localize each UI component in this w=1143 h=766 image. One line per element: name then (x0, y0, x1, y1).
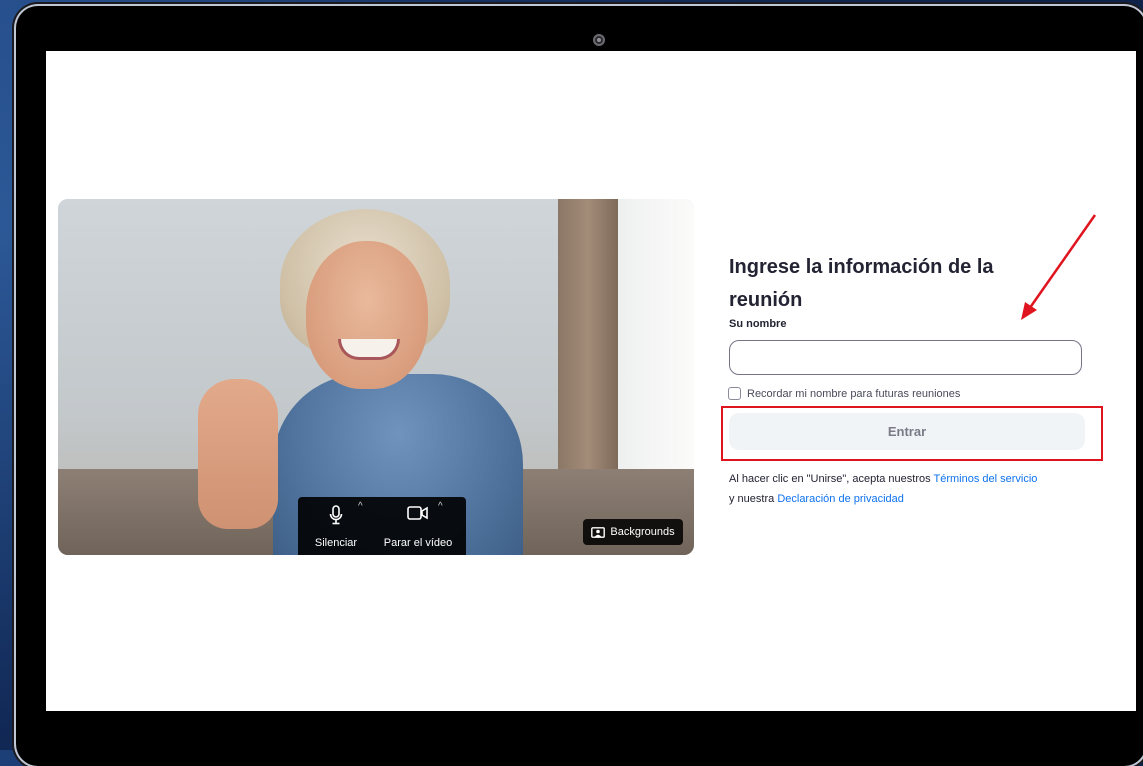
terms-prefix: Al hacer clic en "Unirse", acepta nuestr… (729, 473, 931, 485)
terms-text: Al hacer clic en "Unirse", acepta nuestr… (729, 469, 1109, 509)
screen: Silenciar ^ Parar el vídeo ^ Backgrounds… (46, 51, 1136, 711)
checkbox-box[interactable] (728, 387, 741, 400)
arrow-annotation-icon (1021, 214, 1097, 320)
person-face (306, 241, 428, 389)
stop-video-label: Parar el vídeo (383, 537, 453, 549)
backgrounds-label: Backgrounds (610, 526, 675, 538)
highlight-annotation-box (721, 406, 1103, 461)
name-input[interactable] (729, 340, 1082, 375)
video-options-caret-icon[interactable]: ^ (438, 501, 443, 512)
video-camera-icon (407, 506, 428, 520)
privacy-statement-link[interactable]: Declaración de privacidad (777, 493, 904, 505)
video-controls-bar: Silenciar ^ Parar el vídeo ^ (298, 497, 466, 555)
webcam-icon (593, 34, 605, 46)
stop-video-button[interactable]: Parar el vídeo (378, 503, 458, 549)
person-waving-hand (198, 379, 278, 529)
remember-name-label: Recordar mi nombre para futuras reunione… (747, 387, 961, 400)
mute-label: Silenciar (314, 537, 358, 549)
backgrounds-button[interactable]: Backgrounds (583, 519, 683, 545)
terms-of-service-link[interactable]: Términos del servicio (934, 473, 1038, 485)
terms-mid: y nuestra (729, 493, 775, 505)
mute-options-caret-icon[interactable]: ^ (358, 501, 363, 512)
microphone-icon (329, 505, 343, 525)
video-curtain (558, 199, 618, 479)
background-image-icon (591, 526, 606, 538)
name-label: Su nombre (729, 318, 787, 330)
remember-name-checkbox[interactable]: Recordar mi nombre para futuras reunione… (728, 387, 960, 400)
video-preview: Silenciar ^ Parar el vídeo ^ Backgrounds (58, 199, 694, 555)
video-window (618, 199, 694, 479)
